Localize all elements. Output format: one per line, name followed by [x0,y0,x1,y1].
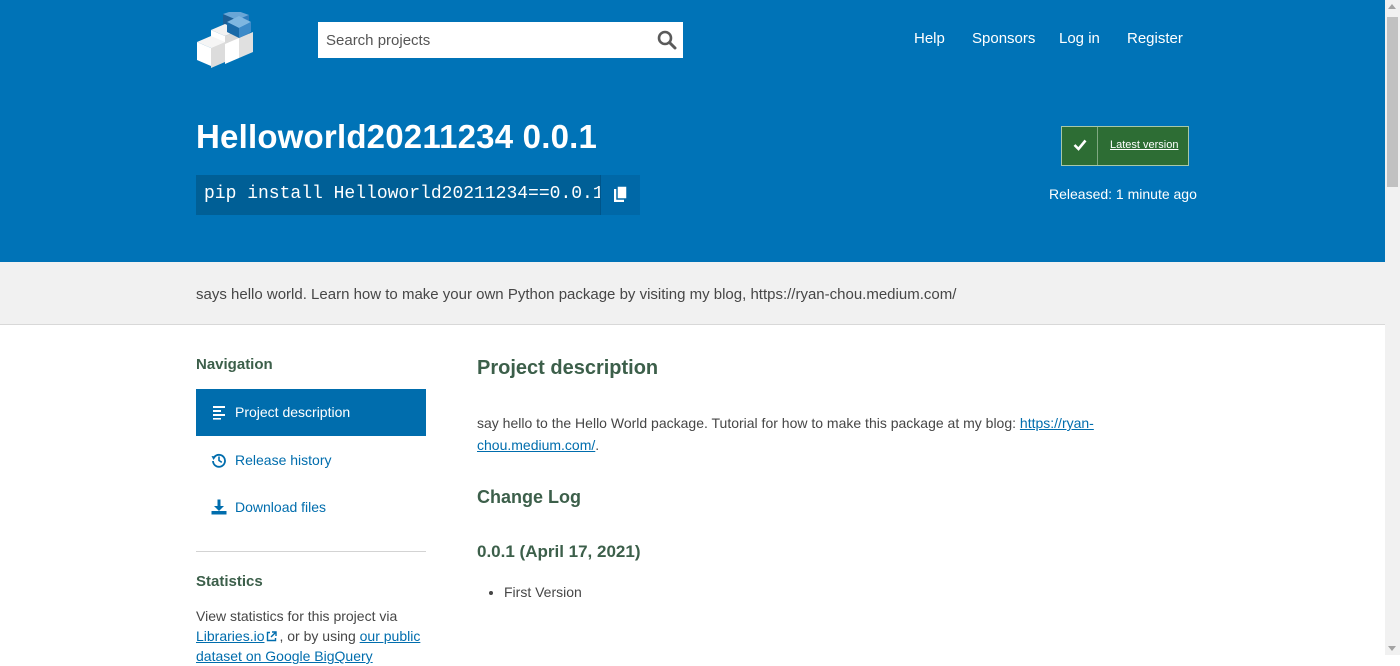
search-icon [657,30,677,50]
download-icon [211,499,227,515]
nav-help-link[interactable]: Help [914,30,945,47]
list-item: First Version [504,584,582,600]
scroll-up-arrow-icon[interactable] [1388,4,1396,9]
sidebar-item-label: Project description [235,404,351,420]
statistics-text: View statistics for this project via Lib… [196,606,436,666]
scrollbar-thumb[interactable] [1387,17,1398,187]
sidebar-item-release-history[interactable]: Release history [196,437,426,484]
libraries-io-link[interactable]: Libraries.io [196,628,264,644]
sidebar-item-label: Download files [235,499,327,515]
pip-install-box: pip install Helloworld20211234==0.0.1 [196,175,640,215]
bigquery-dataset-link[interactable]: dataset on Google BigQuery [196,648,373,664]
change-list: First Version [477,584,582,600]
check-icon-container [1062,127,1098,165]
nav-sponsors-link[interactable]: Sponsors [972,30,1035,47]
search-input[interactable] [318,22,638,58]
history-icon [211,453,226,468]
search-button[interactable] [657,30,677,50]
project-description-heading: Project description [477,357,659,379]
description-text: say hello to the Hello World package. Tu… [477,415,1020,431]
copy-command-button[interactable] [600,175,640,215]
statistics-heading: Statistics [196,573,263,590]
sidebar-item-project-description[interactable]: Project description [196,389,426,436]
project-description-text: say hello to the Hello World package. Tu… [477,412,1097,456]
latest-version-badge[interactable]: Latest version [1061,126,1189,166]
latest-version-label[interactable]: Latest version [1110,139,1178,151]
package-title: Helloworld20211234 0.0.1 [196,118,598,155]
nav-login-link[interactable]: Log in [1059,30,1100,47]
pip-command[interactable]: pip install Helloworld20211234==0.0.1 [204,184,604,204]
sidebar-divider [196,551,426,552]
description-end: . [595,437,600,453]
scroll-down-arrow-icon[interactable] [1388,646,1396,651]
release-date: Released: 1 minute ago [1049,186,1197,202]
external-link-icon [267,631,278,642]
version-heading: 0.0.1 (April 17, 2021) [477,542,641,561]
pypi-logo[interactable] [193,10,259,68]
align-left-icon [213,406,225,420]
statistics-text-2: , or by using [279,628,356,644]
copy-icon [614,186,628,202]
package-summary: says hello world. Learn how to make your… [196,286,957,303]
package-summary-band: says hello world. Learn how to make your… [0,262,1385,325]
nav-register-link[interactable]: Register [1127,30,1183,47]
public-dataset-link[interactable]: our public [360,628,421,644]
change-log-heading: Change Log [477,487,581,507]
sidebar-navigation-heading: Navigation [196,356,273,373]
pypi-cubes-logo-icon [197,10,253,68]
sidebar-item-download-files[interactable]: Download files [196,484,426,531]
statistics-text-1: View statistics for this project via [196,608,398,624]
check-icon [1073,139,1087,151]
sidebar-item-label: Release history [235,452,332,468]
search-box [318,22,683,58]
site-header: Help Sponsors Log in Register Helloworld… [0,0,1385,262]
vertical-scrollbar[interactable] [1385,0,1400,655]
